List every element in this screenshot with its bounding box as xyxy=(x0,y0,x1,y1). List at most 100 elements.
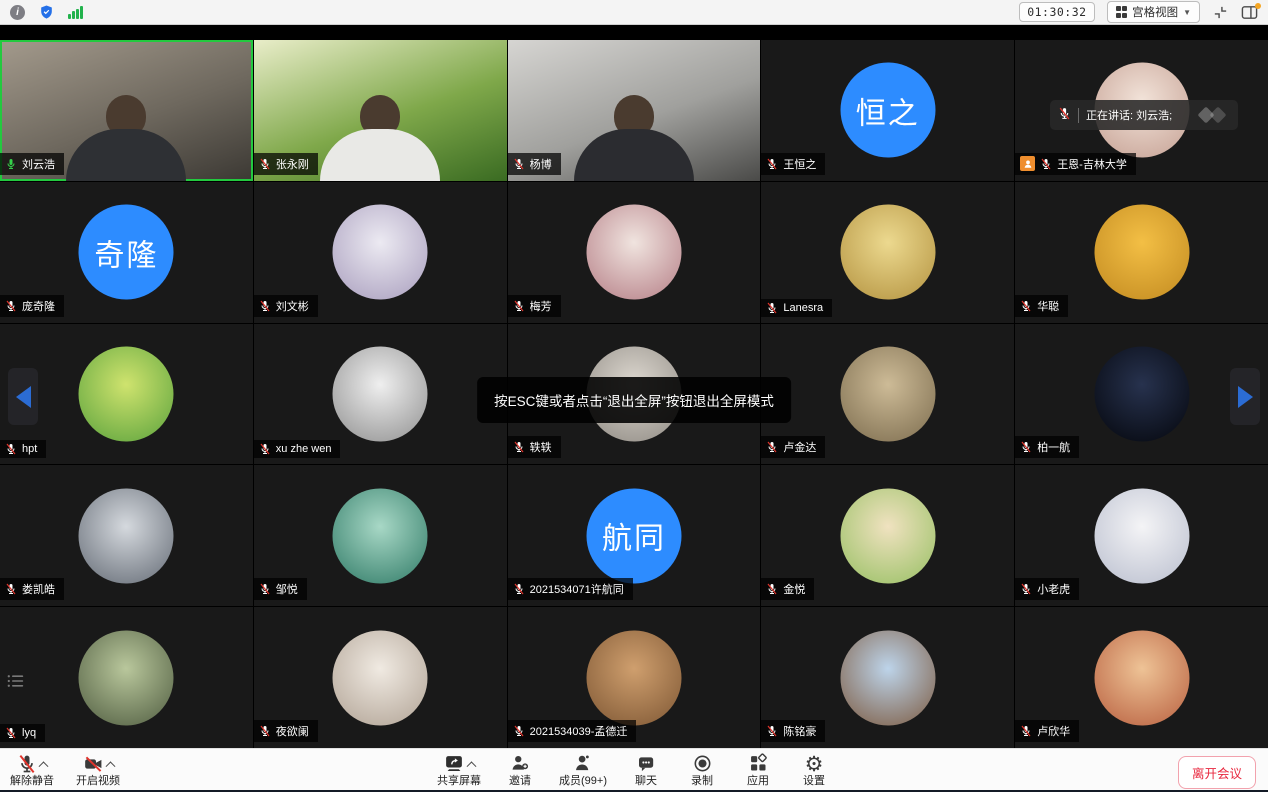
participant-name: 卢金达 xyxy=(783,439,816,455)
participant-name-tag: 卢欣华 xyxy=(1015,720,1079,742)
apps-button[interactable]: 应用 xyxy=(741,752,775,788)
participant-tile[interactable]: 恒之 王恒之 xyxy=(761,40,1014,181)
participant-name-tag: 刘文彬 xyxy=(254,295,318,317)
mic-muted-icon xyxy=(1058,107,1071,123)
mic-status-icon xyxy=(5,158,17,170)
participant-tile[interactable]: 小老虎 xyxy=(1015,465,1268,606)
meeting-timer: 01:30:32 xyxy=(1019,2,1094,22)
participant-name: 邹悦 xyxy=(276,581,298,597)
record-button[interactable]: 录制 xyxy=(685,752,719,788)
participant-tile[interactable]: 邹悦 xyxy=(254,465,507,606)
mic-status-icon xyxy=(259,158,271,170)
bottom-toolbar: 解除静音 开启视频 xyxy=(0,748,1268,792)
participant-tile[interactable]: 刘云浩 xyxy=(0,40,253,181)
mic-status-icon xyxy=(259,300,271,312)
unmute-label: 解除静音 xyxy=(10,775,54,788)
invite-button[interactable]: 邀请 xyxy=(503,752,537,788)
avatar: 奇隆 xyxy=(79,205,174,300)
participant-name-tag: 邹悦 xyxy=(254,578,307,600)
host-badge-icon xyxy=(1020,156,1035,171)
participant-name: 娄凯皓 xyxy=(22,581,55,597)
participant-name: hpt xyxy=(22,443,37,455)
participant-tile[interactable]: 娄凯皓 xyxy=(0,465,253,606)
meeting-window: i 01:30:32 宫格视图 ▼ xyxy=(0,0,1268,792)
side-panel-toggle[interactable] xyxy=(1241,5,1258,20)
avatar xyxy=(79,488,174,583)
start-video-button[interactable]: 开启视频 xyxy=(76,752,120,788)
participant-name-tag: 王恩-吉林大学 xyxy=(1015,153,1136,175)
participant-tile[interactable]: 杨博 xyxy=(508,40,761,181)
participant-tile[interactable]: 航同 2021534071许航同 xyxy=(508,465,761,606)
chevron-up-icon[interactable] xyxy=(105,761,115,771)
unmute-button[interactable]: 解除静音 xyxy=(10,752,54,788)
signal-bars-icon[interactable] xyxy=(68,6,83,19)
mic-status-icon xyxy=(1040,158,1052,170)
avatar xyxy=(1094,205,1189,300)
arrow-right-icon xyxy=(1238,386,1253,408)
participant-name: 庞奇隆 xyxy=(22,298,55,314)
participant-tile[interactable]: 奇隆 庞奇隆 xyxy=(0,182,253,323)
exit-fullscreen-icon[interactable] xyxy=(1212,4,1229,21)
leave-meeting-button[interactable]: 离开会议 xyxy=(1178,756,1256,789)
chat-icon xyxy=(636,754,657,774)
participant-name: 卢欣华 xyxy=(1037,723,1070,739)
chat-label: 聊天 xyxy=(635,775,657,788)
invite-label: 邀请 xyxy=(509,775,531,788)
participant-name: xu zhe wen xyxy=(276,443,332,455)
participant-name-tag: 梅芳 xyxy=(508,295,561,317)
chat-button[interactable]: 聊天 xyxy=(629,752,663,788)
avatar xyxy=(333,630,428,725)
participants-button[interactable]: 成员(99+) xyxy=(559,752,607,788)
share-screen-icon xyxy=(443,753,465,774)
chevron-up-icon[interactable] xyxy=(467,761,477,771)
participant-name-tag: lyq xyxy=(0,724,45,742)
avatar xyxy=(840,346,935,441)
person-silhouette xyxy=(305,95,455,181)
mic-status-icon xyxy=(766,158,778,170)
participant-tile[interactable]: 卢欣华 xyxy=(1015,607,1268,748)
info-icon[interactable]: i xyxy=(10,5,25,20)
mic-status-icon xyxy=(766,302,778,314)
next-page-arrow[interactable] xyxy=(1230,368,1260,425)
participant-tile[interactable]: 金悦 xyxy=(761,465,1014,606)
participant-tile[interactable]: lyq xyxy=(0,607,253,748)
participant-tile[interactable]: Lanesra xyxy=(761,182,1014,323)
chat-preview-icon[interactable] xyxy=(6,673,26,694)
participant-tile[interactable]: 梅芳 xyxy=(508,182,761,323)
chevron-up-icon[interactable] xyxy=(39,761,49,771)
participant-tile[interactable]: 夜欲阑 xyxy=(254,607,507,748)
participant-tile[interactable]: 卢金达 xyxy=(761,324,1014,465)
settings-label: 设置 xyxy=(803,775,825,788)
participant-name-tag: 娄凯皓 xyxy=(0,578,64,600)
mic-status-icon xyxy=(1020,725,1032,737)
participant-name: Lanesra xyxy=(783,302,823,314)
mic-status-icon xyxy=(766,725,778,737)
participant-tile[interactable]: 华聪 xyxy=(1015,182,1268,323)
participant-name-tag: 小老虎 xyxy=(1015,578,1079,600)
participant-tile[interactable]: 2021534039-孟德迁 xyxy=(508,607,761,748)
speaking-text: 正在讲话: 刘云浩; xyxy=(1086,107,1172,123)
notification-dot xyxy=(1255,3,1261,9)
view-mode-button[interactable]: 宫格视图 ▼ xyxy=(1107,1,1200,23)
avatar: 航同 xyxy=(586,488,681,583)
menu-bar: i 01:30:32 宫格视图 ▼ xyxy=(0,0,1268,25)
shield-icon[interactable] xyxy=(39,4,54,20)
participant-name: 2021534039-孟德迁 xyxy=(530,723,628,739)
avatar xyxy=(79,346,174,441)
previous-page-arrow[interactable] xyxy=(8,368,38,425)
avatar xyxy=(840,488,935,583)
mic-status-icon xyxy=(1020,583,1032,595)
participant-name-tag: 陈铭豪 xyxy=(761,720,825,742)
participant-name: 陈铭豪 xyxy=(783,723,816,739)
participant-tile[interactable]: 刘文彬 xyxy=(254,182,507,323)
participant-tile[interactable]: xu zhe wen xyxy=(254,324,507,465)
mic-status-icon xyxy=(513,725,525,737)
settings-button[interactable]: ⚙ 设置 xyxy=(797,752,831,788)
view-mode-label: 宫格视图 xyxy=(1132,4,1178,20)
participant-name: 柏一航 xyxy=(1037,439,1070,455)
participant-tile[interactable]: 陈铭豪 xyxy=(761,607,1014,748)
chevron-down-icon: ▼ xyxy=(1183,8,1191,17)
share-screen-button[interactable]: 共享屏幕 xyxy=(437,752,481,788)
participant-tile[interactable]: 张永刚 xyxy=(254,40,507,181)
mic-status-icon xyxy=(5,583,17,595)
